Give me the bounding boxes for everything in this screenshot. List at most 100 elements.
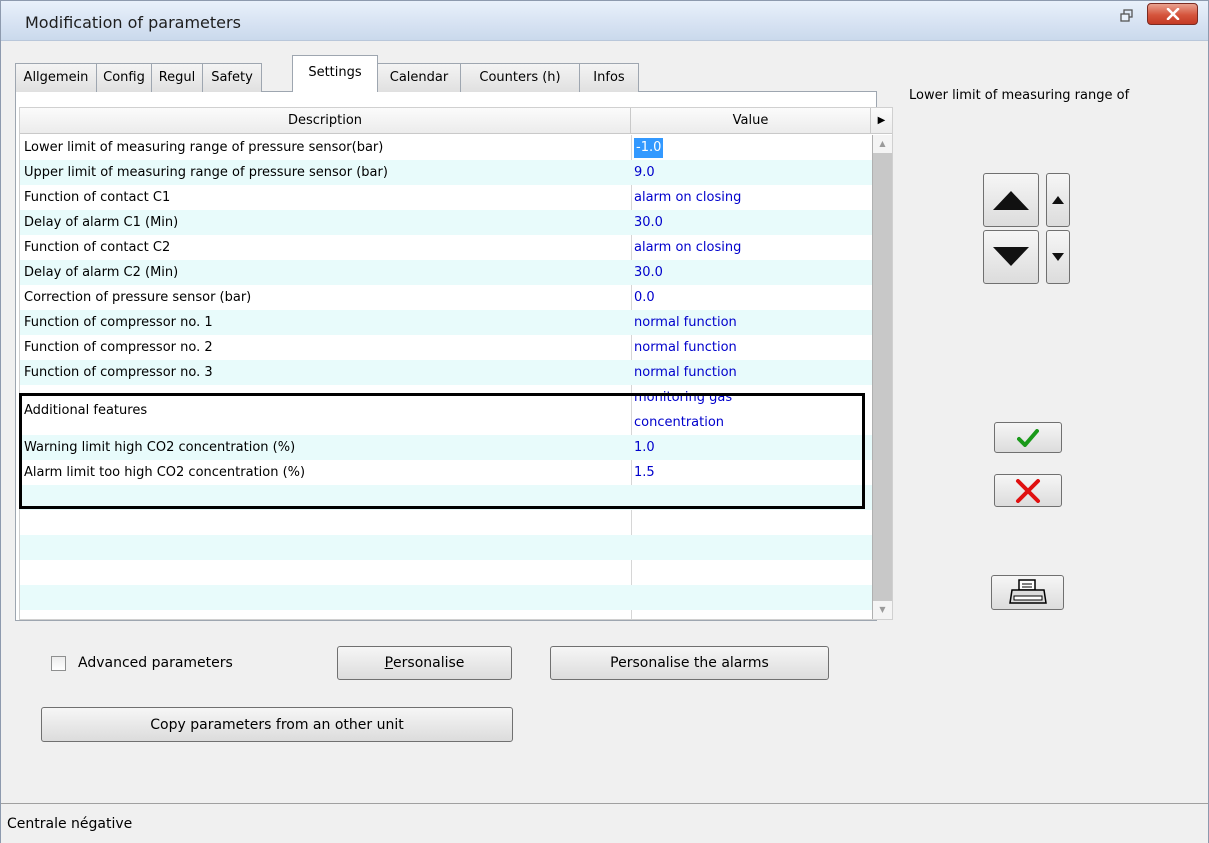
status-bar: Centrale négative bbox=[1, 803, 1208, 843]
copy-parameters-button[interactable]: Copy parameters from an other unit bbox=[41, 707, 513, 742]
row-description: Alarm limit too high CO2 concentration (… bbox=[24, 465, 306, 480]
row-value[interactable]: alarm on closing bbox=[634, 185, 870, 210]
tab-label: Infos bbox=[593, 70, 625, 85]
table-row[interactable]: Function of contact C2 alarm on closing bbox=[20, 235, 872, 260]
big-up-arrow-icon bbox=[993, 191, 1029, 210]
row-value[interactable]: -1.0 bbox=[634, 135, 870, 160]
row-description: Upper limit of measuring range of pressu… bbox=[24, 165, 388, 180]
big-increase-button[interactable] bbox=[983, 173, 1039, 227]
scroll-down-arrow-icon[interactable]: ▼ bbox=[873, 601, 892, 619]
row-value[interactable]: 9.0 bbox=[634, 160, 870, 185]
cancel-button[interactable] bbox=[994, 474, 1062, 507]
row-value[interactable]: 0.0 bbox=[634, 285, 870, 310]
header-right-arrow-icon[interactable]: ▶ bbox=[871, 108, 892, 134]
advanced-parameters-option[interactable]: Advanced parameters bbox=[51, 655, 233, 671]
vertical-scrollbar[interactable]: ▲ ▼ bbox=[872, 135, 892, 619]
status-text: Centrale négative bbox=[7, 816, 133, 832]
tab-label: Config bbox=[103, 70, 145, 85]
tab-config[interactable]: Config bbox=[96, 63, 152, 92]
table-row[interactable]: Function of compressor no. 1 normal func… bbox=[20, 310, 872, 335]
checkmark-icon bbox=[1017, 428, 1039, 447]
row-description: Function of compressor no. 2 bbox=[24, 340, 213, 355]
row-description: Function of compressor no. 3 bbox=[24, 365, 213, 380]
big-down-arrow-icon bbox=[993, 247, 1029, 266]
window-title: Modification of parameters bbox=[25, 13, 241, 32]
row-value[interactable]: 30.0 bbox=[634, 260, 870, 285]
tab-settings[interactable]: Settings bbox=[292, 55, 378, 92]
personalise-label: ersonalise bbox=[393, 655, 465, 671]
row-description: Delay of alarm C1 (Min) bbox=[24, 215, 179, 230]
title-bar: Modification of parameters bbox=[1, 1, 1208, 41]
advanced-parameters-label: Advanced parameters bbox=[78, 655, 233, 671]
table-row[interactable]: Additional features monitoring gas conce… bbox=[20, 385, 872, 435]
table-row[interactable]: Function of compressor no. 2 normal func… bbox=[20, 335, 872, 360]
table-row[interactable]: Function of contact C1 alarm on closing bbox=[20, 185, 872, 210]
table-row[interactable]: Delay of alarm C2 (Min) 30.0 bbox=[20, 260, 872, 285]
small-down-arrow-icon bbox=[1052, 253, 1064, 261]
row-value[interactable]: normal function bbox=[634, 310, 870, 335]
row-value[interactable]: normal function bbox=[634, 360, 870, 385]
parameters-window: Modification of parameters Allgemein Con… bbox=[0, 0, 1209, 843]
small-increase-button[interactable] bbox=[1046, 173, 1070, 227]
restore-button[interactable] bbox=[1114, 5, 1140, 25]
tab-regul[interactable]: Regul bbox=[151, 63, 203, 92]
restore-icon bbox=[1120, 8, 1133, 22]
selected-value[interactable]: -1.0 bbox=[634, 137, 664, 158]
row-value[interactable]: monitoring gas concentration bbox=[634, 385, 774, 435]
close-button[interactable] bbox=[1147, 3, 1198, 25]
close-icon bbox=[1166, 8, 1179, 20]
table-row[interactable]: Upper limit of measuring range of pressu… bbox=[20, 160, 872, 185]
description-column-header[interactable]: Description bbox=[20, 108, 631, 134]
personalise-alarms-label: Personalise the alarms bbox=[610, 655, 769, 671]
row-description: Correction of pressure sensor (bar) bbox=[24, 290, 252, 305]
tab-calendar[interactable]: Calendar bbox=[377, 63, 461, 92]
value-column-header[interactable]: Value bbox=[631, 108, 871, 134]
tab-label: Counters (h) bbox=[479, 70, 561, 85]
tab-label: Allgemein bbox=[23, 70, 89, 85]
scroll-up-arrow-icon[interactable]: ▲ bbox=[873, 135, 892, 153]
small-up-arrow-icon bbox=[1052, 196, 1064, 204]
confirm-button[interactable] bbox=[994, 422, 1062, 453]
tab-safety[interactable]: Safety bbox=[202, 63, 262, 92]
row-description: Function of contact C2 bbox=[24, 240, 171, 255]
row-value[interactable]: 30.0 bbox=[634, 210, 870, 235]
row-description: Additional features bbox=[24, 402, 148, 418]
row-value[interactable]: normal function bbox=[634, 335, 870, 360]
parameters-grid: Description Value ▶ Lower limit of measu… bbox=[19, 107, 893, 620]
table-row[interactable]: Correction of pressure sensor (bar) 0.0 bbox=[20, 285, 872, 310]
table-row[interactable]: Delay of alarm C1 (Min) 30.0 bbox=[20, 210, 872, 235]
tab-counters[interactable]: Counters (h) bbox=[460, 63, 580, 92]
row-value[interactable]: 1.5 bbox=[634, 460, 870, 485]
personalise-alarms-button[interactable]: Personalise the alarms bbox=[550, 646, 829, 680]
row-description: Function of contact C1 bbox=[24, 190, 171, 205]
row-description: Lower limit of measuring range of pressu… bbox=[24, 140, 384, 155]
small-decrease-button[interactable] bbox=[1046, 230, 1070, 284]
table-row[interactable]: Alarm limit too high CO2 concentration (… bbox=[20, 460, 872, 485]
print-button[interactable] bbox=[991, 575, 1064, 610]
grid-rows: Lower limit of measuring range of pressu… bbox=[20, 135, 872, 619]
grid-header: Description Value ▶ bbox=[20, 108, 892, 134]
row-value[interactable]: 1.0 bbox=[634, 435, 870, 460]
table-row[interactable]: Function of compressor no. 3 normal func… bbox=[20, 360, 872, 385]
tab-infos[interactable]: Infos bbox=[579, 63, 639, 92]
selected-parameter-label: Lower limit of measuring range of bbox=[909, 88, 1130, 103]
empty-row bbox=[20, 510, 872, 535]
personalise-button[interactable]: Personalise bbox=[337, 646, 512, 680]
empty-row bbox=[20, 485, 872, 510]
tab-label: Regul bbox=[158, 70, 196, 85]
personalise-accelerator: P bbox=[384, 655, 394, 671]
row-description: Delay of alarm C2 (Min) bbox=[24, 265, 179, 280]
tab-label: Safety bbox=[211, 70, 253, 85]
big-decrease-button[interactable] bbox=[983, 230, 1039, 284]
row-value[interactable]: alarm on closing bbox=[634, 235, 870, 260]
row-description: Function of compressor no. 1 bbox=[24, 315, 213, 330]
cross-icon bbox=[1016, 478, 1040, 503]
advanced-parameters-checkbox[interactable] bbox=[51, 655, 66, 671]
table-row[interactable]: Lower limit of measuring range of pressu… bbox=[20, 135, 872, 160]
copy-parameters-label: Copy parameters from an other unit bbox=[150, 716, 404, 733]
printer-icon bbox=[1008, 578, 1047, 604]
empty-row bbox=[20, 535, 872, 560]
tab-label: Settings bbox=[308, 65, 362, 80]
table-row[interactable]: Warning limit high CO2 concentration (%)… bbox=[20, 435, 872, 460]
tab-allgemein[interactable]: Allgemein bbox=[15, 63, 97, 92]
